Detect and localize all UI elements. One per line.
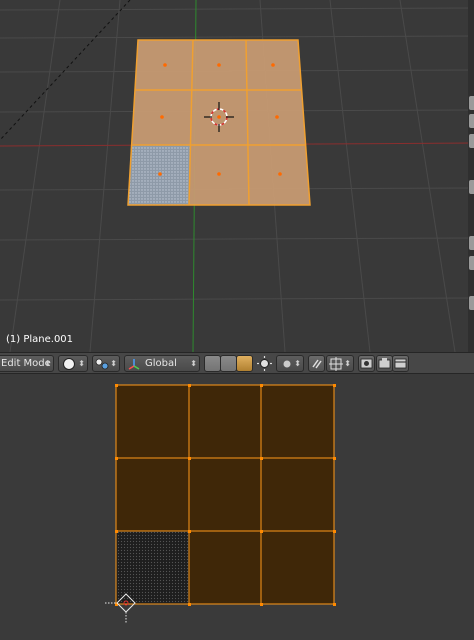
updown-arrow-icon: ⬍ <box>190 359 197 368</box>
plane-mesh[interactable] <box>127 39 311 206</box>
camera-icon <box>378 358 391 369</box>
translate-widget-button[interactable] <box>204 355 221 372</box>
scale-widget-button[interactable] <box>236 355 253 372</box>
render-button[interactable] <box>358 355 375 372</box>
opengl-render-button[interactable] <box>376 355 393 372</box>
3d-viewport[interactable]: (1) Plane.001 <box>0 0 474 352</box>
viewport-header: Edit Mode ⬍ ⬍ ⬍ Global ⬍ ⬍ ⬍ <box>0 352 474 374</box>
layer-icon <box>257 356 272 371</box>
snap-icon <box>312 359 322 369</box>
proportional-edit-icon <box>283 360 291 368</box>
mode-selector[interactable]: Edit Mode ⬍ <box>0 355 54 372</box>
rotate-widget-button[interactable] <box>220 355 237 372</box>
panel-tab[interactable] <box>469 180 474 194</box>
updown-arrow-icon: ⬍ <box>294 359 301 368</box>
updown-arrow-icon: ⬍ <box>110 359 117 368</box>
panel-tab[interactable] <box>469 134 474 148</box>
snap-target-icon <box>329 357 343 371</box>
panel-tab[interactable] <box>469 114 474 128</box>
camera-dashed-line <box>0 0 131 141</box>
updown-arrow-icon: ⬍ <box>44 359 51 368</box>
proportional-edit-selector[interactable]: ⬍ <box>276 355 304 372</box>
panel-tab[interactable] <box>469 296 474 310</box>
updown-arrow-icon: ⬍ <box>78 359 85 368</box>
viewport-canvas[interactable] <box>0 0 474 352</box>
pivot-point-icon <box>95 358 109 370</box>
viewport-shading-selector[interactable]: ⬍ <box>58 355 88 372</box>
layer-button[interactable] <box>256 355 273 372</box>
orientation-axes-icon <box>128 359 140 370</box>
panel-tab[interactable] <box>469 96 474 110</box>
render-icon <box>360 358 373 369</box>
panel-tab[interactable] <box>469 236 474 250</box>
snap-target-selector[interactable]: ⬍ <box>326 355 354 372</box>
pivot-point-selector[interactable]: ⬍ <box>92 355 120 372</box>
film-icon <box>394 358 407 369</box>
uv-image-editor[interactable] <box>0 374 474 640</box>
panel-tab[interactable] <box>469 256 474 270</box>
object-name-label: (1) Plane.001 <box>6 334 74 345</box>
uv-face-unselected[interactable] <box>116 531 189 604</box>
transform-orientation-selector[interactable]: Global ⬍ <box>124 355 200 372</box>
uv-canvas[interactable] <box>0 374 474 640</box>
updown-arrow-icon: ⬍ <box>344 359 351 368</box>
sphere-solid-icon <box>63 358 75 370</box>
orientation-label: Global <box>145 358 177 369</box>
render-animation-button[interactable] <box>392 355 409 372</box>
snap-toggle-button[interactable] <box>308 355 325 372</box>
